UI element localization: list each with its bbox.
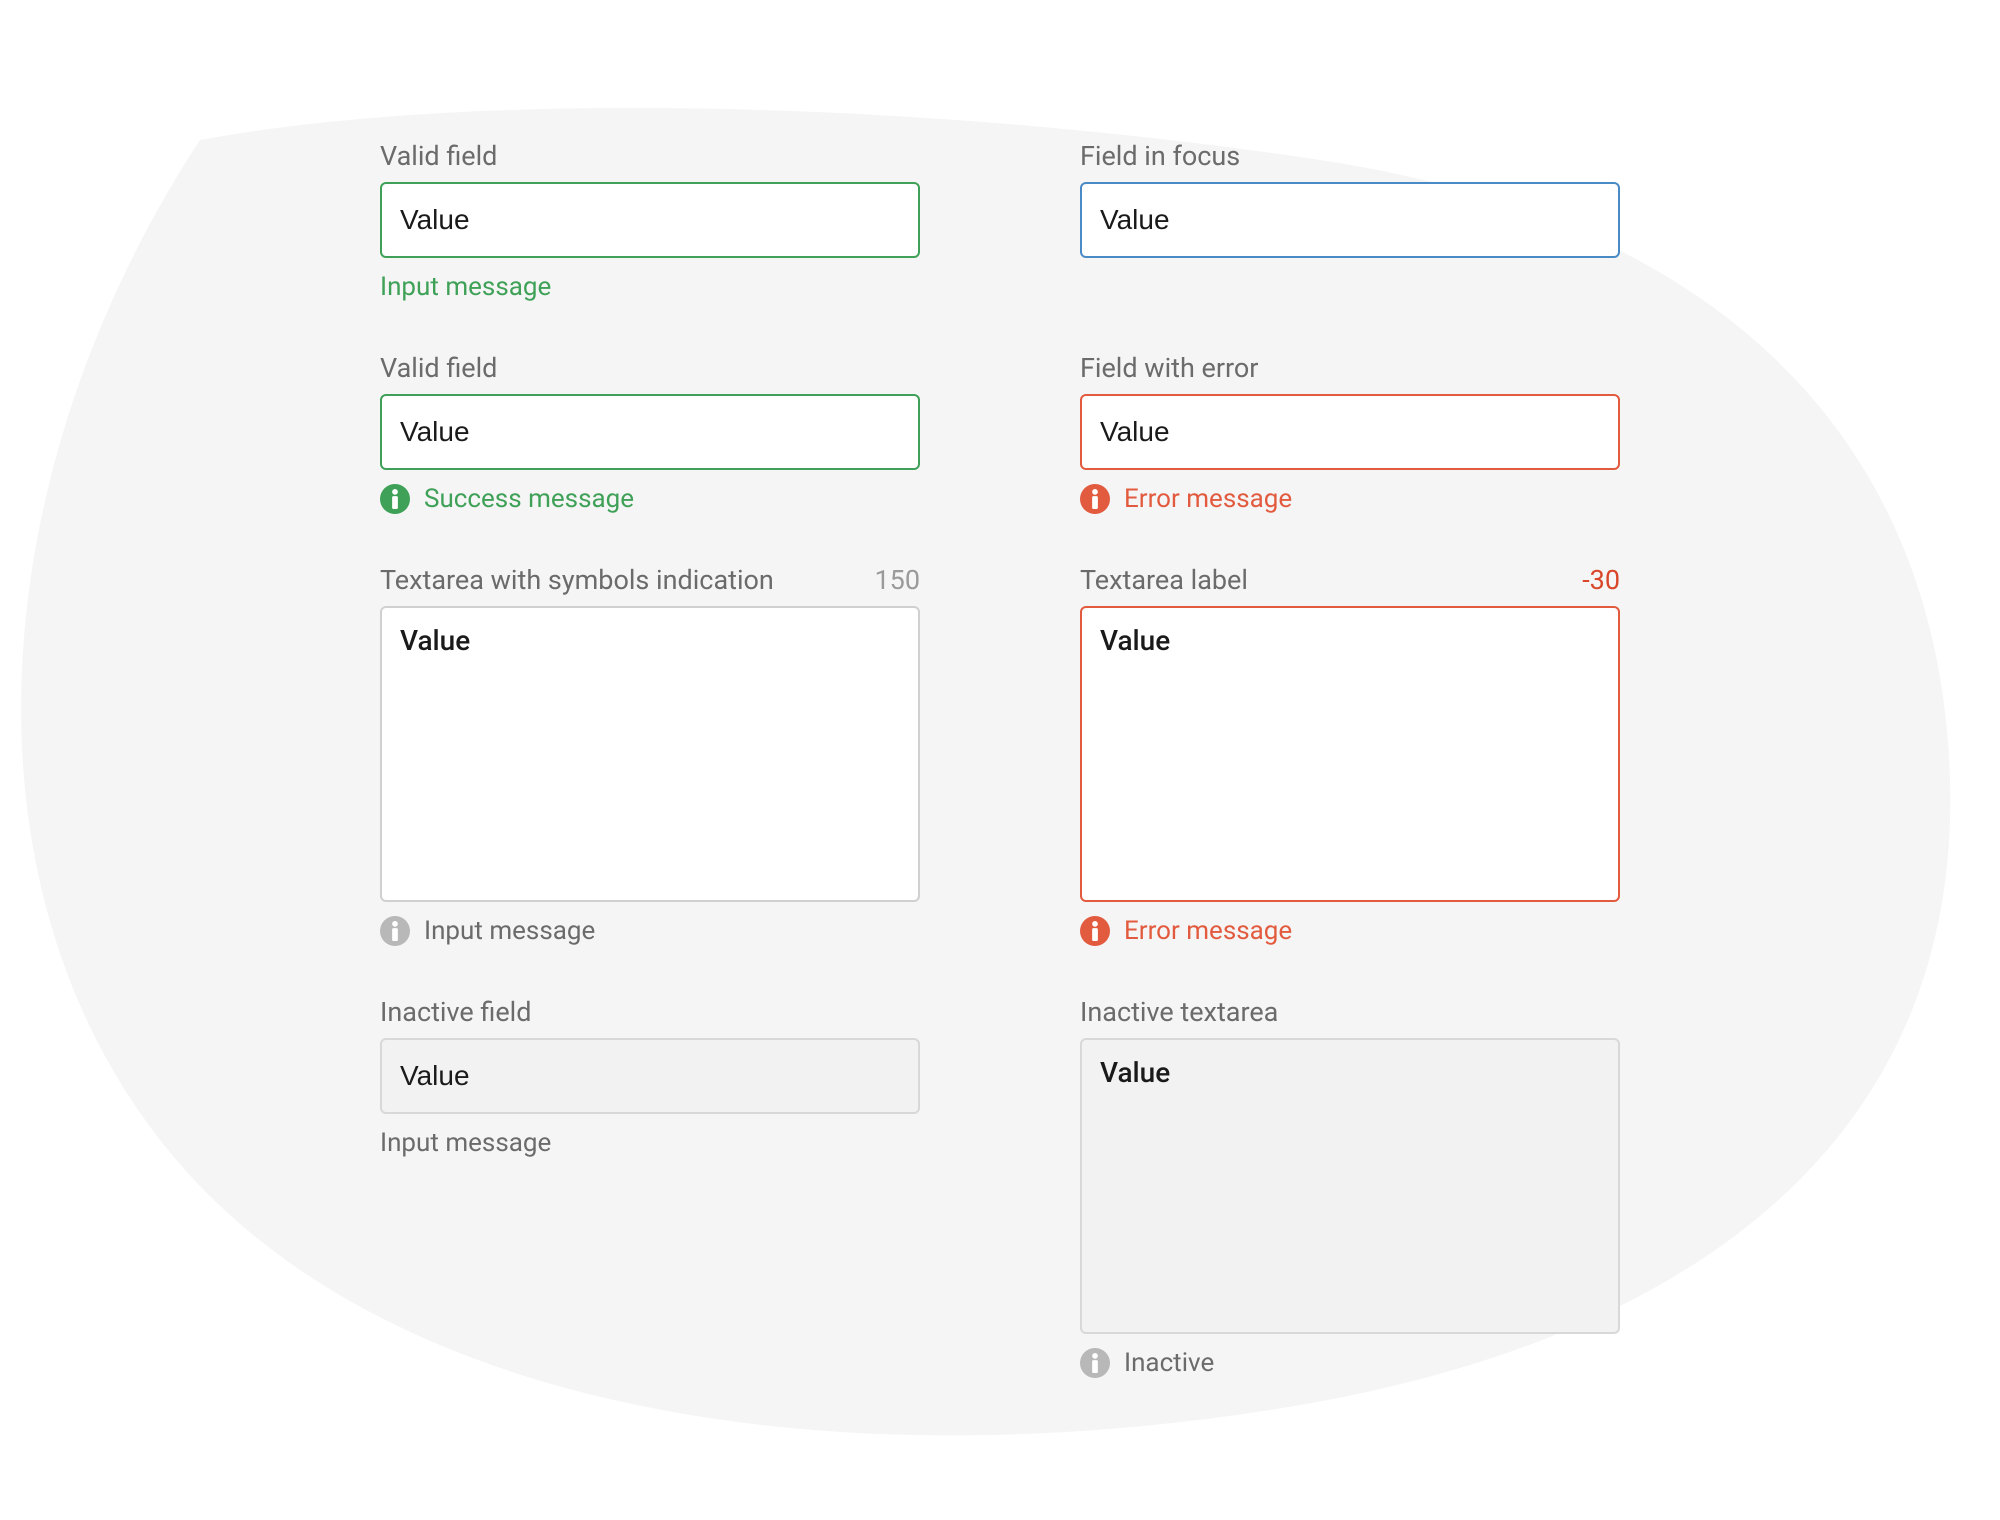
focus-field: Field in focus: [1080, 140, 1620, 302]
valid-field-1-input[interactable]: [380, 182, 920, 258]
field-label: Inactive field: [380, 996, 531, 1028]
field-label: Field in focus: [1080, 140, 1240, 172]
error-field: Field with error Error message: [1080, 352, 1620, 514]
char-counter: -30: [1582, 564, 1620, 596]
field-label: Field with error: [1080, 352, 1258, 384]
field-label: Textarea with symbols indication: [380, 564, 774, 596]
info-icon: [1080, 1348, 1110, 1378]
help-text: Error message: [1124, 916, 1292, 946]
valid-field-1: Valid field Input message: [380, 140, 920, 302]
inactive-textarea: Inactive textarea Inactive: [1080, 996, 1620, 1378]
form-grid: Valid field Input message Field in focus…: [0, 0, 2000, 1378]
help-text: Error message: [1124, 484, 1292, 514]
help-text: Input message: [424, 916, 595, 946]
help-text: Input message: [380, 1128, 551, 1158]
field-label: Valid field: [380, 140, 497, 172]
valid-field-2-input[interactable]: [380, 394, 920, 470]
focus-field-input[interactable]: [1080, 182, 1620, 258]
textarea-1-input[interactable]: [380, 606, 920, 902]
valid-field-2: Valid field Success message: [380, 352, 920, 514]
field-label: Textarea label: [1080, 564, 1248, 596]
info-icon: [380, 916, 410, 946]
field-label: Inactive textarea: [1080, 996, 1278, 1028]
info-icon: [1080, 916, 1110, 946]
inactive-textarea-input: [1080, 1038, 1620, 1334]
info-icon: [1080, 484, 1110, 514]
textarea-field-2: Textarea label -30 Error message: [1080, 564, 1620, 946]
help-text: Inactive: [1124, 1348, 1214, 1378]
textarea-2-input[interactable]: [1080, 606, 1620, 902]
help-text: Input message: [380, 272, 551, 302]
textarea-field-1: Textarea with symbols indication 150 Inp…: [380, 564, 920, 946]
field-label: Valid field: [380, 352, 497, 384]
inactive-field: Inactive field Input message: [380, 996, 920, 1378]
help-text: Success message: [424, 484, 634, 514]
info-icon: [380, 484, 410, 514]
error-field-input[interactable]: [1080, 394, 1620, 470]
inactive-field-input: [380, 1038, 920, 1114]
char-counter: 150: [874, 564, 920, 596]
